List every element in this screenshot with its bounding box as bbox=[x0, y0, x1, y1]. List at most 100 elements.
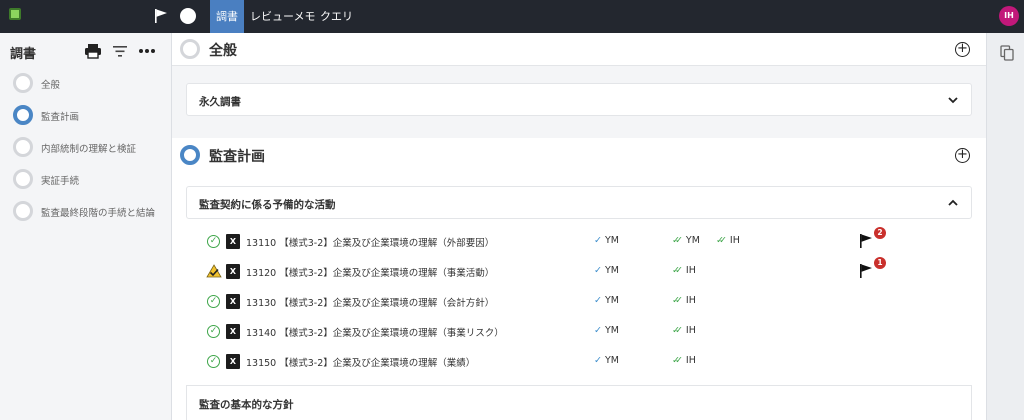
preparer-initials: YM bbox=[604, 355, 619, 366]
single-check-icon: ✓ bbox=[594, 355, 602, 366]
sidebar-item-label: 全般 bbox=[41, 80, 61, 91]
preparer-initials: YM bbox=[604, 295, 619, 306]
chevron-up-icon[interactable] bbox=[947, 197, 959, 209]
workpaper-label[interactable]: 13150 【様式3-2】企業及び企業環境の理解（業績） bbox=[246, 355, 475, 369]
more-icon[interactable] bbox=[138, 42, 156, 60]
sidebar-item-internal-control[interactable]: 内部統制の理解と検証 bbox=[13, 137, 173, 159]
excel-file-icon[interactable]: X bbox=[226, 264, 240, 279]
excel-file-icon[interactable]: X bbox=[226, 354, 240, 369]
reviewer-signoff: ✓✓ IH bbox=[672, 325, 696, 336]
sidebar-item-audit-plan[interactable]: 監査計画 bbox=[13, 105, 173, 127]
list-item[interactable]: X 13120 【様式3-2】企業及び企業環境の理解（事業活動） ✓ YM ✓✓ I… bbox=[186, 257, 972, 287]
double-check-icon: ✓✓ bbox=[672, 265, 683, 276]
status-ring-icon bbox=[13, 137, 33, 157]
print-icon[interactable] bbox=[84, 42, 102, 60]
double-check-icon: ✓✓ bbox=[716, 235, 727, 246]
card-preliminary-activities[interactable]: 監査契約に係る予備的な活動 bbox=[186, 186, 972, 219]
flag-count-badge: 2 bbox=[874, 227, 886, 239]
tab-review-notes[interactable]: レビューメモ bbox=[244, 0, 322, 33]
sidebar-title: 調書 bbox=[10, 47, 37, 62]
card-permanent-file[interactable]: 永久調書 bbox=[186, 83, 972, 116]
single-check-icon: ✓ bbox=[594, 235, 602, 246]
list-item[interactable]: ✓ X 13140 【様式3-2】企業及び企業環境の理解（事業リスク） ✓ YM … bbox=[186, 317, 972, 347]
status-ring-icon bbox=[180, 39, 200, 59]
single-check-icon: ✓ bbox=[594, 265, 602, 276]
flag-count-badge: 1 bbox=[874, 257, 886, 269]
excel-file-icon[interactable]: X bbox=[226, 234, 240, 249]
status-ring-icon bbox=[180, 145, 200, 165]
warning-status-icon bbox=[206, 264, 222, 278]
tab-workpapers[interactable]: 調書 bbox=[210, 0, 244, 33]
preparer-initials: YM bbox=[604, 265, 619, 276]
preparer-signoff: ✓ YM bbox=[594, 295, 619, 306]
workpaper-label[interactable]: 13120 【様式3-2】企業及び企業環境の理解（事業活動） bbox=[246, 265, 494, 279]
section-header-general: 全般 + bbox=[172, 33, 986, 66]
status-ring-icon bbox=[13, 169, 33, 189]
workpaper-label[interactable]: 13130 【様式3-2】企業及び企業環境の理解（会計方針） bbox=[246, 295, 494, 309]
preparer-initials: YM bbox=[604, 325, 619, 336]
status-ring-icon bbox=[13, 73, 33, 93]
sidebar-item-label: 監査計画 bbox=[41, 112, 80, 123]
status-ring-icon bbox=[13, 201, 33, 221]
reviewer-signoff: ✓✓ IH bbox=[672, 265, 696, 276]
add-icon[interactable]: + bbox=[955, 148, 970, 163]
main-content: 全般 + 永久調書 監査計画 + 監査契約に係る予備的な活動 ✓ X 13110… bbox=[172, 33, 986, 420]
reviewer-initials: YM bbox=[685, 235, 700, 246]
right-rail bbox=[986, 33, 1024, 420]
sidebar-item-general[interactable]: 全般 bbox=[13, 73, 173, 95]
section-header-audit-plan: 監査計画 + bbox=[172, 138, 986, 173]
complete-status-icon: ✓ bbox=[207, 325, 220, 338]
copy-icon[interactable] bbox=[1000, 45, 1014, 61]
preparer-initials: YM bbox=[604, 235, 619, 246]
app-logo-icon[interactable] bbox=[9, 8, 21, 20]
complete-status-icon: ✓ bbox=[207, 235, 220, 248]
flag-icon[interactable] bbox=[858, 233, 874, 249]
double-check-icon: ✓✓ bbox=[672, 325, 683, 336]
single-check-icon: ✓ bbox=[594, 295, 602, 306]
single-check-icon: ✓ bbox=[594, 325, 602, 336]
flag-icon[interactable] bbox=[153, 8, 169, 24]
complete-status-icon: ✓ bbox=[207, 355, 220, 368]
reviewer2-signoff: ✓✓ IH bbox=[716, 235, 740, 246]
status-ring-icon bbox=[13, 105, 33, 125]
card-basic-policy[interactable]: 監査の基本的な方針 bbox=[186, 385, 972, 420]
sidebar-item-label: 実証手続 bbox=[41, 176, 80, 187]
reviewer-initials: IH bbox=[685, 295, 696, 306]
list-item[interactable]: ✓ X 13110 【様式3-2】企業及び企業環境の理解（外部要因） ✓ YM ✓… bbox=[186, 227, 972, 257]
chevron-down-icon[interactable] bbox=[947, 94, 959, 106]
workpaper-label[interactable]: 13140 【様式3-2】企業及び企業環境の理解（事業リスク） bbox=[246, 325, 504, 339]
reviewer-initials: IH bbox=[685, 355, 696, 366]
sidebar-item-substantive[interactable]: 実証手続 bbox=[13, 169, 173, 191]
sidebar-item-label: 監査最終段階の手続と結論 bbox=[41, 208, 156, 219]
preparer-signoff: ✓ YM bbox=[594, 325, 619, 336]
sidebar-item-final-stage[interactable]: 監査最終段階の手続と結論 bbox=[13, 201, 173, 223]
section-title: 監査計画 bbox=[209, 149, 265, 165]
section-title: 全般 bbox=[209, 43, 237, 59]
workpaper-label[interactable]: 13110 【様式3-2】企業及び企業環境の理解（外部要因） bbox=[246, 235, 494, 249]
preparer-signoff: ✓ YM bbox=[594, 355, 619, 366]
tab-queries[interactable]: クエリ bbox=[314, 0, 359, 33]
sidebar-item-label: 内部統制の理解と検証 bbox=[41, 144, 137, 155]
flag-icon[interactable] bbox=[858, 263, 874, 279]
sidebar: 調書 全般 監査計画 内部統制の理解と検証 実証手続 監査最終段階の手続と結論 bbox=[0, 33, 172, 420]
double-check-icon: ✓✓ bbox=[672, 295, 683, 306]
double-check-icon: ✓✓ bbox=[672, 355, 683, 366]
reviewer-signoff: ✓✓ YM bbox=[672, 235, 700, 246]
reviewer-initials: IH bbox=[685, 325, 696, 336]
top-bar: 調書 レビューメモ クエリ IH bbox=[0, 0, 1024, 33]
excel-file-icon[interactable]: X bbox=[226, 294, 240, 309]
info-icon[interactable] bbox=[180, 8, 196, 24]
list-item[interactable]: ✓ X 13130 【様式3-2】企業及び企業環境の理解（会計方針） ✓ YM ✓… bbox=[186, 287, 972, 317]
list-item[interactable]: ✓ X 13150 【様式3-2】企業及び企業環境の理解（業績） ✓ YM ✓✓ I… bbox=[186, 347, 972, 377]
complete-status-icon: ✓ bbox=[207, 295, 220, 308]
add-icon[interactable]: + bbox=[955, 42, 970, 57]
preparer-signoff: ✓ YM bbox=[594, 265, 619, 276]
filter-icon[interactable] bbox=[111, 42, 129, 60]
reviewer-initials: IH bbox=[685, 265, 696, 276]
card-title: 監査契約に係る予備的な活動 bbox=[199, 199, 336, 211]
excel-file-icon[interactable]: X bbox=[226, 324, 240, 339]
reviewer-initials: IH bbox=[729, 235, 740, 246]
preparer-signoff: ✓ YM bbox=[594, 235, 619, 246]
user-avatar[interactable]: IH bbox=[999, 6, 1019, 26]
card-title: 永久調書 bbox=[199, 96, 241, 108]
